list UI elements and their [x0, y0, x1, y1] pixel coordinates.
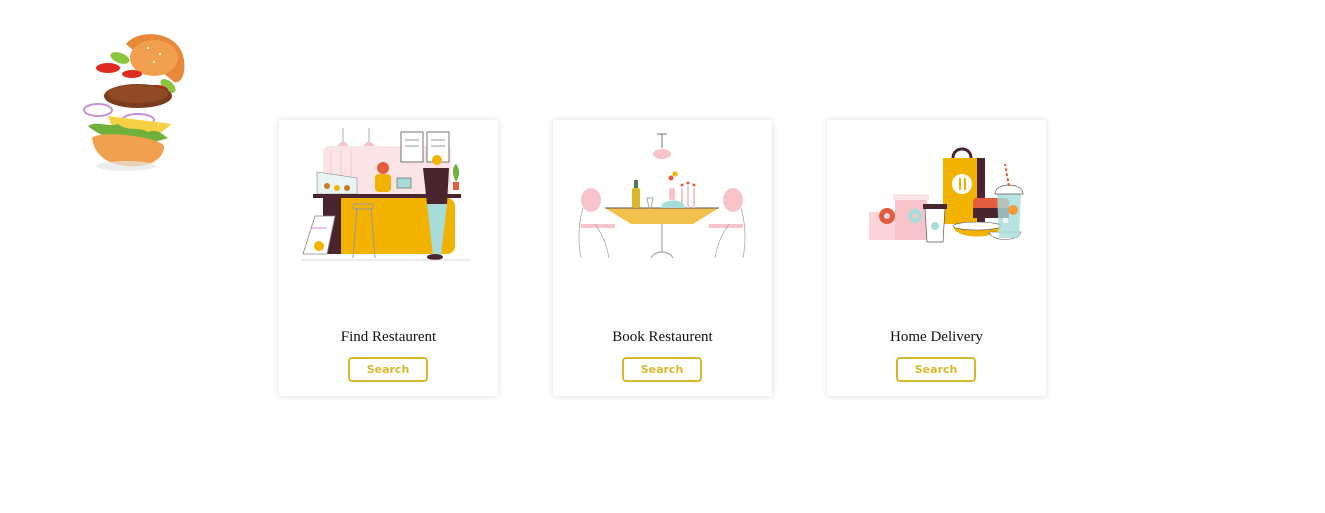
restaurant-counter-icon: [301, 128, 471, 261]
card-find-restaurant: Find Restaurent Search: [279, 120, 498, 396]
burger-logo-icon: [83, 34, 185, 171]
card-title: Find Restaurent: [340, 329, 437, 345]
search-button[interactable]: Search: [348, 357, 428, 382]
card-title: Home Delivery: [890, 329, 983, 345]
card-title: Book Restaurent: [612, 329, 713, 345]
search-button[interactable]: Search: [896, 357, 976, 382]
search-button[interactable]: Search: [622, 357, 702, 382]
delivery-bag-icon: [869, 147, 1024, 243]
card-book-restaurant: Book Restaurent Search: [553, 120, 772, 396]
dining-table-icon: [578, 133, 746, 259]
card-home-delivery: Home Delivery Search: [827, 120, 1046, 396]
